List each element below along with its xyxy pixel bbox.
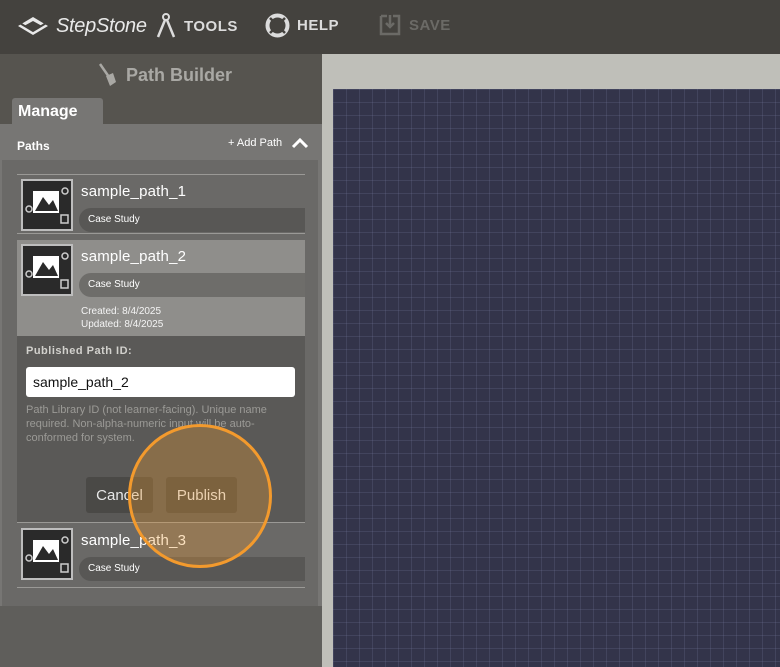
help-label: HELP — [297, 17, 340, 34]
save-icon — [379, 14, 401, 36]
panel-title: Path Builder — [126, 64, 233, 85]
divider — [17, 522, 305, 523]
path-builder-title: Path Builder — [96, 62, 232, 88]
path-item-sample-path-1[interactable]: sample_path_1 Case Study — [17, 176, 305, 234]
divider — [17, 174, 305, 175]
panel-footer — [0, 606, 322, 667]
path-thumbnail-image — [21, 528, 73, 580]
lifebuoy-icon — [265, 13, 290, 38]
path-updated-date: Updated: 8/4/2025 — [81, 319, 164, 330]
top-toolbar: StepStone TOOLS HELP SAVE — [0, 0, 780, 54]
mountain-image-icon — [25, 536, 69, 573]
paths-section-header: Paths + Add Path — [0, 124, 322, 160]
cancel-button[interactable]: Cancel — [86, 477, 153, 513]
published-path-id-input[interactable] — [26, 367, 295, 397]
tools-label: TOOLS — [184, 17, 238, 35]
mountain-image-icon — [25, 252, 69, 289]
published-path-id-label: Published Path ID: — [26, 345, 133, 357]
stepstone-logo-icon — [16, 13, 50, 35]
add-path-button[interactable]: + Add Path — [228, 137, 282, 149]
path-name: sample_path_3 — [81, 532, 187, 549]
path-tag: Case Study — [79, 208, 305, 232]
path-created-date: Created: 8/4/2025 — [81, 306, 162, 317]
divider — [17, 233, 305, 234]
shovel-icon — [98, 63, 116, 86]
stepstone-logo[interactable]: StepStone — [16, 13, 147, 39]
mountain-image-icon — [25, 187, 69, 224]
path-name: sample_path_2 — [81, 248, 187, 265]
compass-icon — [156, 13, 176, 38]
path-thumbnail-image — [21, 179, 73, 231]
path-canvas-grid[interactable] — [333, 89, 780, 667]
path-item-sample-path-2[interactable]: sample_path_2 Case Study Created: 8/4/20… — [17, 240, 305, 336]
help-menu-button[interactable]: HELP — [265, 13, 339, 38]
paths-label: Paths — [17, 139, 50, 153]
tools-menu-button[interactable]: TOOLS — [155, 13, 238, 39]
path-tag: Case Study — [79, 557, 305, 581]
save-button[interactable]: SAVE — [378, 13, 451, 37]
logo-text: StepStone — [56, 14, 147, 37]
path-item-sample-path-3[interactable]: sample_path_3 Case Study — [17, 524, 305, 584]
path-tag: Case Study — [79, 273, 305, 297]
save-label: SAVE — [409, 16, 451, 34]
panel-header: Path Builder Manage — [0, 54, 322, 126]
published-path-id-hint: Path Library ID (not learner-facing). Un… — [26, 404, 267, 444]
publish-button[interactable]: Publish — [166, 477, 237, 513]
chevron-up-icon[interactable] — [291, 137, 309, 149]
divider — [17, 587, 305, 588]
tab-manage[interactable]: Manage — [12, 98, 103, 126]
path-thumbnail-image — [21, 244, 73, 296]
path-name: sample_path_1 — [81, 183, 187, 200]
